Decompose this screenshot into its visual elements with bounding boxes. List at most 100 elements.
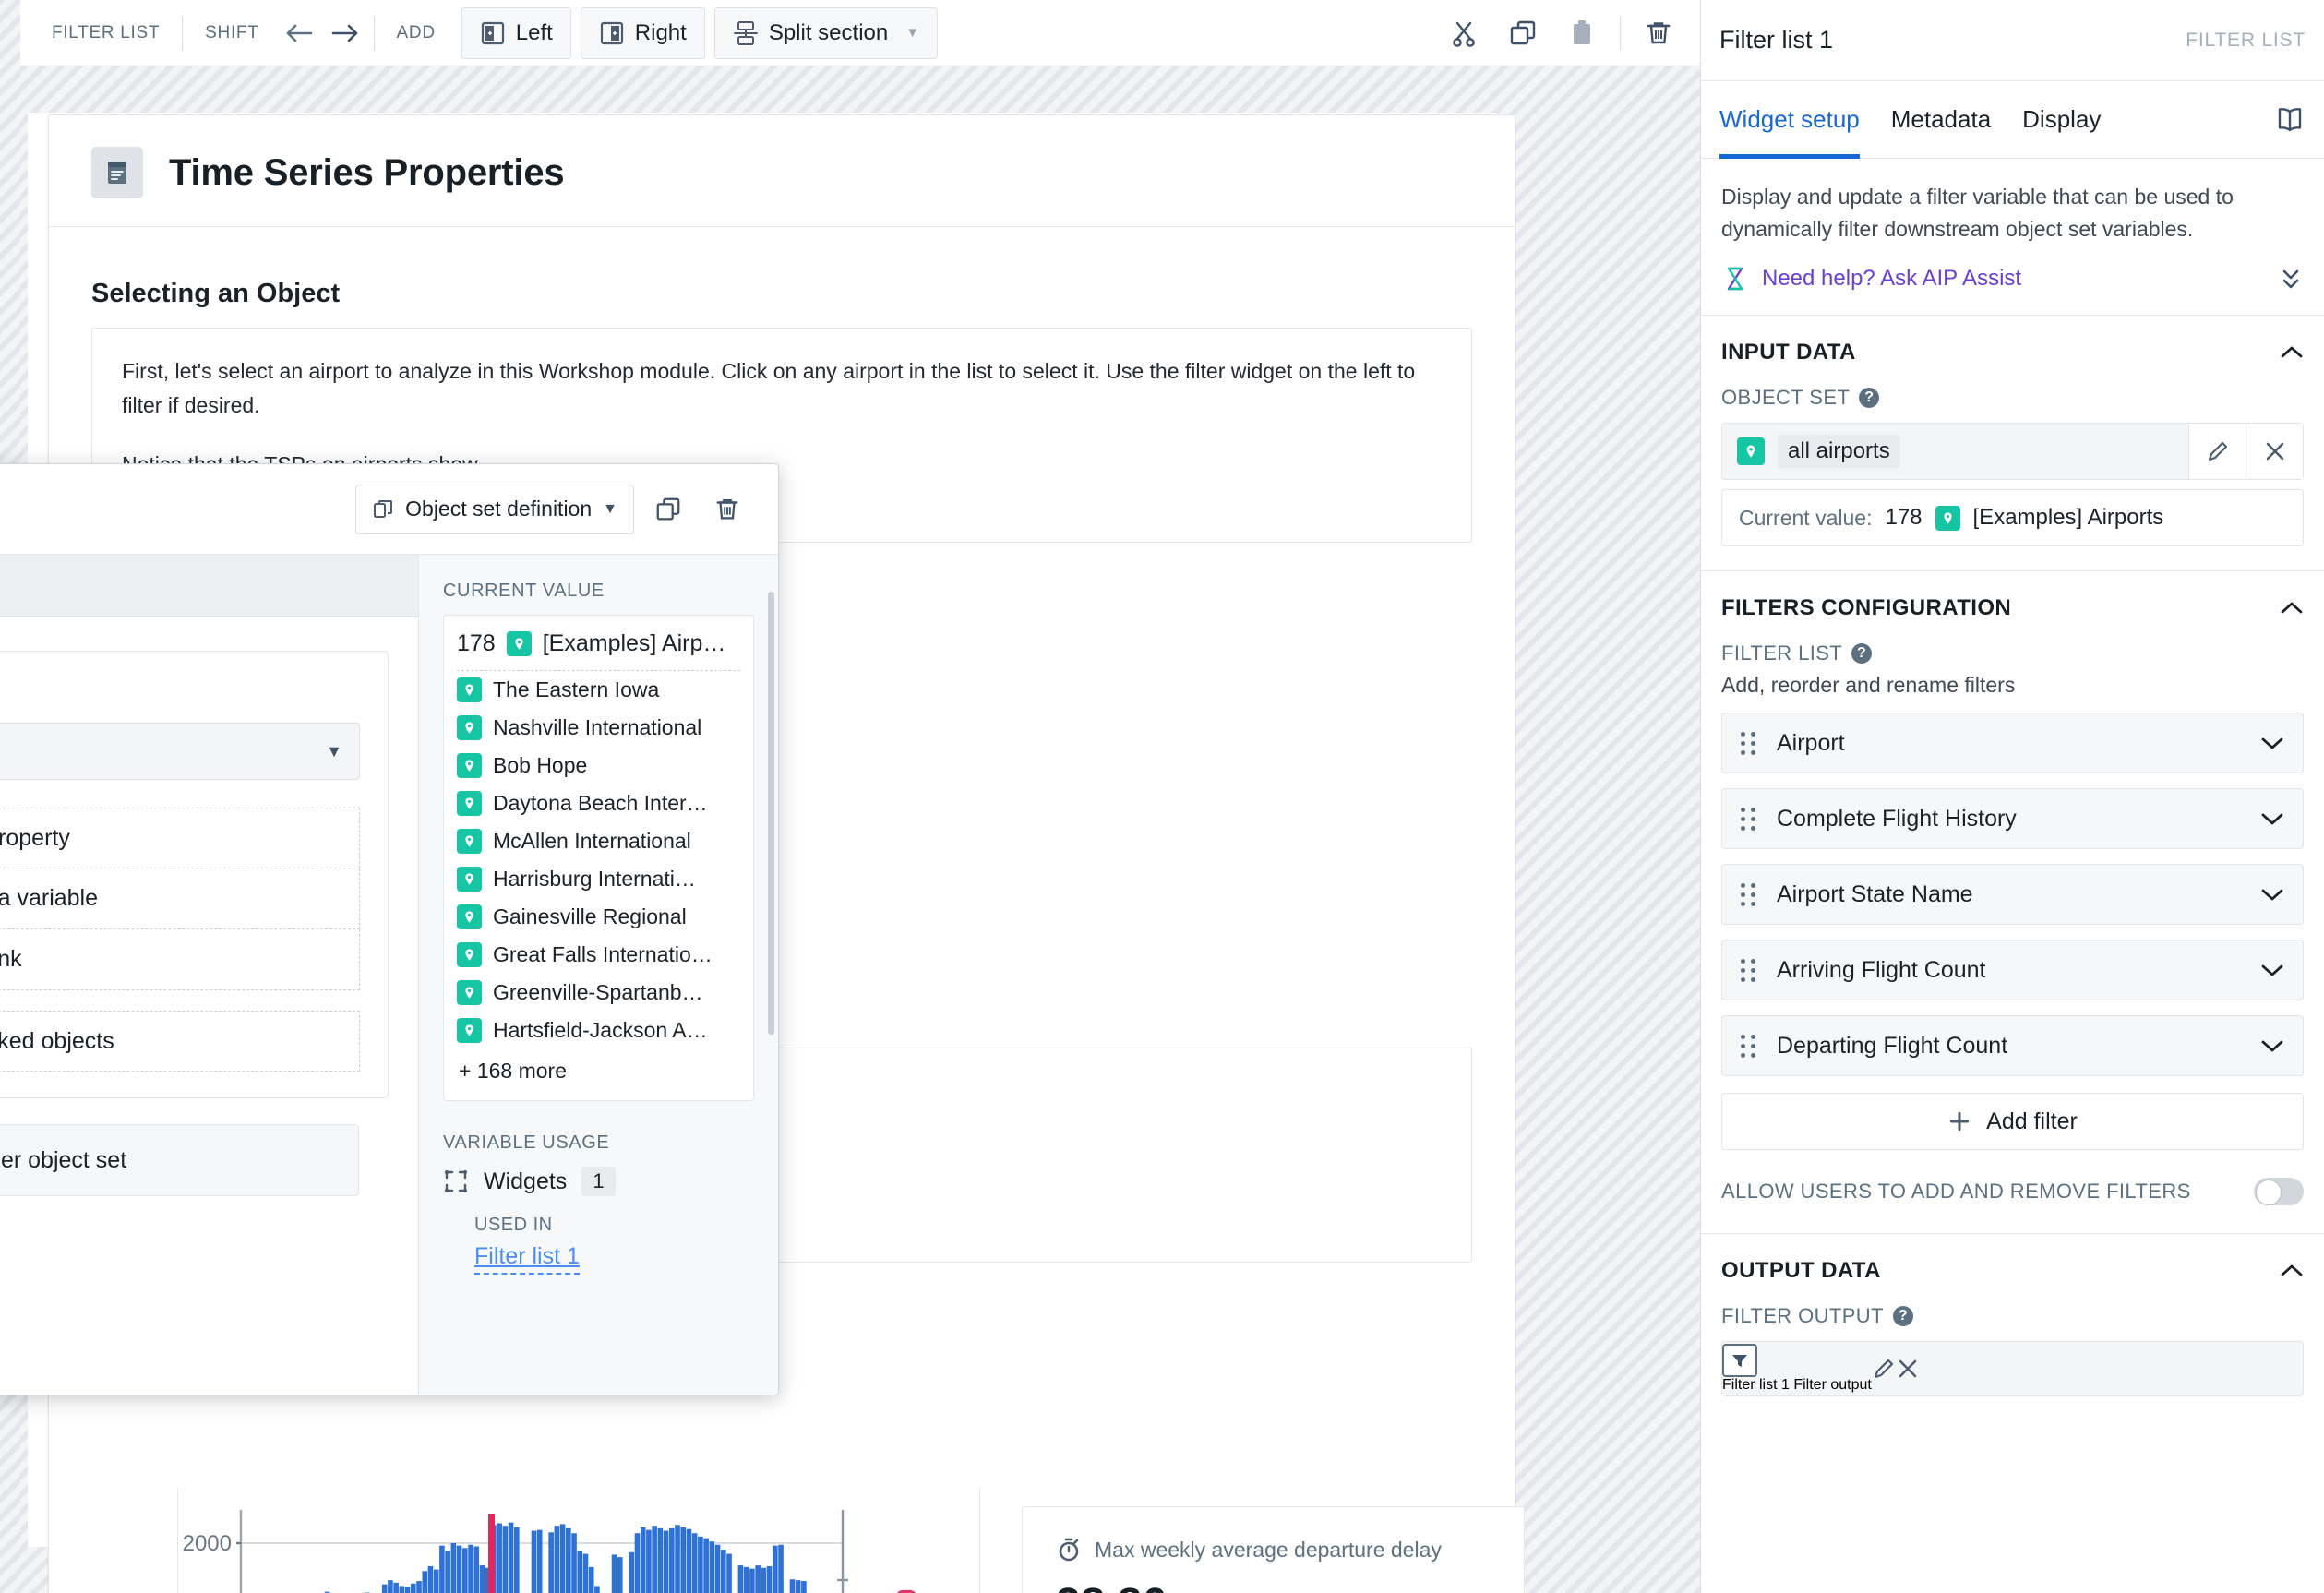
list-item[interactable]: Bob Hope	[457, 747, 740, 785]
chevron-down-icon[interactable]	[2260, 1037, 2284, 1054]
metric-header: Max weekly average departure delay	[1056, 1537, 1491, 1563]
delete-button[interactable]	[1632, 9, 1685, 57]
modal-delete-button[interactable]	[702, 485, 752, 533]
object-set-clear-button[interactable]	[2246, 424, 2303, 479]
current-value-more[interactable]: + 168 more	[457, 1049, 740, 1085]
location-pin-icon	[457, 791, 482, 816]
chart-bar	[691, 1533, 698, 1593]
object-set-edit-button[interactable]	[2188, 424, 2246, 479]
drag-handle-icon[interactable]	[1741, 882, 1756, 906]
help-icon[interactable]: ?	[1859, 388, 1880, 408]
combine-object-set-button[interactable]: Combine with another object set	[0, 1124, 359, 1196]
drag-handle-icon[interactable]	[1741, 807, 1756, 831]
object-set-definition-dropdown[interactable]: Object set definition ▼	[355, 484, 634, 534]
split-section-button[interactable]: Split section ▼	[713, 6, 939, 59]
chart-bar	[399, 1586, 405, 1593]
filters-configuration-section-header[interactable]: FILTERS CONFIGURATION	[1701, 571, 2324, 641]
input-data-section-header[interactable]: INPUT DATA	[1701, 316, 2324, 386]
filter-row-label: Airport State Name	[1777, 880, 1973, 907]
chart-bar	[422, 1571, 428, 1593]
drag-handle-icon[interactable]	[1741, 958, 1756, 982]
aip-collapse-button[interactable]	[2278, 266, 2304, 292]
tab-widget-setup[interactable]: Widget setup	[1719, 81, 1860, 159]
starting-object-set-select[interactable]: [Example] Airport ▼	[0, 723, 360, 780]
chevron-down-icon[interactable]	[2260, 962, 2284, 978]
filter-row[interactable]: Complete Flight History	[1721, 788, 2304, 849]
tab-display[interactable]: Display	[2022, 81, 2101, 159]
time-series-chart[interactable]: 2000	[177, 1488, 980, 1593]
list-item[interactable]: Greenville-Spartanb…	[457, 974, 740, 1012]
chart-bar	[462, 1548, 468, 1593]
chart-bar	[416, 1581, 422, 1593]
shift-right-button[interactable]	[322, 13, 368, 54]
chart-bar	[427, 1565, 434, 1593]
drag-handle-icon[interactable]	[1741, 1034, 1756, 1058]
modal-copy-button[interactable]	[643, 485, 693, 533]
book-icon	[2278, 107, 2302, 131]
object-set-row[interactable]: all airports	[1721, 423, 2304, 480]
action-on-a-property[interactable]: On a property	[0, 808, 360, 868]
chevron-up-icon[interactable]	[2280, 1263, 2304, 1279]
output-data-section-header[interactable]: OUTPUT DATA	[1701, 1234, 2324, 1304]
filter-row[interactable]: Departing Flight Count	[1721, 1015, 2304, 1076]
list-item[interactable]: Great Falls Internatio…	[457, 936, 740, 974]
chart-bar	[726, 1553, 732, 1593]
list-item[interactable]: Daytona Beach Inter…	[457, 785, 740, 822]
action-get-linked-objects[interactable]: Get linked objects	[0, 1011, 360, 1072]
drag-handle-icon[interactable]	[1741, 731, 1756, 755]
chevron-down-icon[interactable]	[2260, 810, 2284, 827]
add-right-button[interactable]: Right	[580, 6, 705, 59]
filter-output-edit-button[interactable]	[1872, 1357, 1896, 1381]
toolbar-filter-list-label: FILTER LIST	[52, 22, 161, 42]
trash-icon	[716, 498, 738, 519]
list-item[interactable]: McAllen International	[457, 822, 740, 860]
widgets-count: 1	[581, 1167, 616, 1196]
current-value-count: 178	[457, 630, 496, 656]
filter-output-row[interactable]: Filter list 1 Filter output	[1721, 1341, 2304, 1396]
copy-button[interactable]	[1496, 9, 1550, 57]
object-set-definition-label: Object set definition	[405, 497, 593, 521]
filters-configuration-title: FILTERS CONFIGURATION	[1721, 595, 2012, 620]
add-left-button[interactable]: Left	[461, 6, 571, 59]
help-icon[interactable]: ?	[1892, 1306, 1913, 1326]
object-set-label: OBJECT SET	[1721, 386, 1851, 409]
filter-row[interactable]: Arriving Flight Count	[1721, 940, 2304, 1000]
modal-scrollbar[interactable]	[768, 592, 774, 1035]
paste-button[interactable]	[1555, 9, 1609, 57]
chart-bar	[571, 1533, 577, 1593]
help-icon[interactable]: ?	[1851, 643, 1873, 664]
modal-body: Definition Settings Starting object set	[0, 555, 778, 1395]
cut-button[interactable]	[1437, 9, 1491, 57]
add-filter-button[interactable]: Add filter	[1721, 1093, 2304, 1150]
list-item-label: Great Falls Internatio…	[493, 942, 713, 966]
filter-row[interactable]: Airport State Name	[1721, 864, 2304, 925]
chart-bar	[698, 1536, 703, 1593]
widgets-label: Widgets	[484, 1168, 568, 1194]
list-item[interactable]: The Eastern Iowa	[457, 671, 740, 709]
used-in-link[interactable]: Filter list 1	[474, 1243, 580, 1275]
list-item[interactable]: Harrisburg Internati…	[457, 860, 740, 898]
chevron-down-icon[interactable]	[2260, 735, 2284, 751]
chart-bar	[703, 1538, 709, 1593]
list-item[interactable]: Nashville International	[457, 709, 740, 747]
chevron-up-icon[interactable]	[2280, 344, 2304, 361]
action-on-a-link[interactable]: On a link	[0, 929, 360, 990]
list-item[interactable]: Hartsfield-Jackson A…	[457, 1012, 740, 1049]
aip-assist-banner[interactable]: Need help? Ask AIP Assist	[1701, 245, 2324, 316]
chevron-down-icon[interactable]	[2260, 886, 2284, 903]
chevron-up-icon[interactable]	[2280, 600, 2304, 617]
chart-ytick-2000: 2000	[183, 1531, 232, 1556]
tab-metadata[interactable]: Metadata	[1891, 81, 1991, 159]
action-using-a-variable[interactable]: (x) Using a variable	[0, 868, 360, 929]
shift-left-button[interactable]	[276, 13, 322, 54]
list-item[interactable]: Gainesville Regional	[457, 898, 740, 936]
traverse-actions-group: Traverse to	[0, 1011, 360, 1072]
chart-bar	[766, 1565, 773, 1593]
docs-button[interactable]	[2274, 106, 2306, 134]
object-set-value: all airports	[1778, 435, 1900, 468]
filter-row[interactable]: Airport	[1721, 713, 2304, 773]
allow-users-toggle[interactable]	[2254, 1178, 2304, 1205]
filter-output-clear-button[interactable]	[1896, 1357, 1920, 1381]
arrow-right-icon	[331, 24, 357, 42]
list-item-label: The Eastern Iowa	[493, 677, 660, 701]
